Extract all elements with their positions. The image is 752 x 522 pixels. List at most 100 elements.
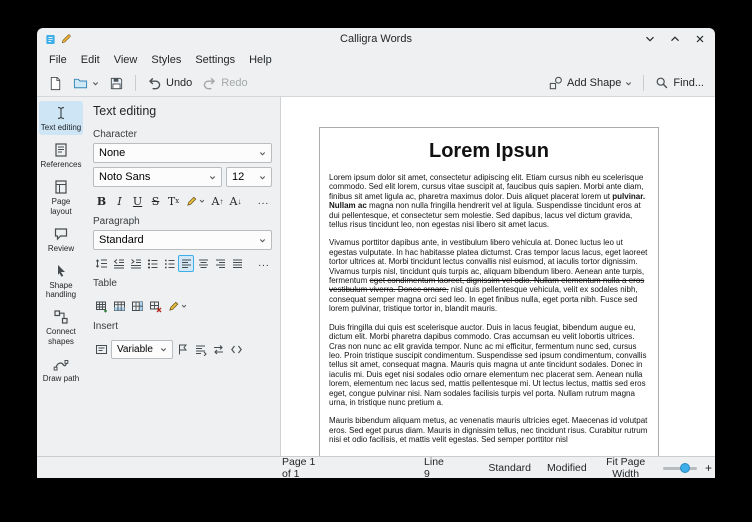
underline-button[interactable]: U — [129, 192, 146, 210]
menu-styles[interactable]: Styles — [144, 52, 188, 68]
tab-references[interactable]: References — [39, 138, 83, 172]
font-size-value: 12 — [232, 171, 255, 183]
minimize-button[interactable] — [643, 32, 657, 46]
app-icon — [45, 34, 56, 45]
add-shape-icon — [549, 76, 563, 90]
delete-table-button[interactable] — [147, 297, 164, 315]
pen-icon — [186, 195, 198, 207]
tab-text-editing[interactable]: Text editing — [39, 101, 83, 135]
index-entry-button[interactable] — [192, 341, 209, 359]
chevron-down-icon — [92, 80, 99, 87]
toolbar-separator — [643, 75, 644, 91]
document-body[interactable]: Lorem ipsum dolor sit amet, consectetur … — [329, 173, 649, 445]
table-border-pen-button[interactable] — [165, 297, 190, 315]
text-run: Mauris bibendum aliquam metus, ac venena… — [329, 416, 647, 444]
toolbar: Undo Redo Add Shape — [37, 70, 715, 97]
undo-button[interactable]: Undo — [142, 73, 197, 94]
find-button[interactable]: Find... — [650, 73, 709, 93]
character-style-combo[interactable]: None — [93, 143, 272, 163]
new-document-button[interactable] — [43, 73, 68, 94]
italic-button[interactable]: I — [111, 192, 128, 210]
tab-shape-handling[interactable]: Shape handling — [39, 259, 83, 302]
zoom-in-button[interactable]: + — [702, 461, 715, 475]
document-paragraph[interactable]: Vivamus porttitor dapibus ante, in vesti… — [329, 238, 649, 313]
grow-font-button[interactable]: A↑ — [209, 192, 226, 210]
open-document-button[interactable] — [68, 73, 104, 94]
draw-path-icon — [53, 356, 69, 372]
bookmark-button[interactable] — [174, 341, 191, 359]
search-icon — [655, 76, 669, 90]
document-paragraph[interactable]: Duis fringilla dui quis est scelerisque … — [329, 323, 649, 408]
swap-arrows-button[interactable] — [210, 341, 227, 359]
insert-row-button[interactable] — [111, 297, 128, 315]
chevron-down-icon — [160, 346, 167, 353]
bullet-list-button[interactable] — [144, 255, 160, 272]
variable-combo[interactable]: Variable — [111, 340, 173, 359]
strikethrough-button[interactable]: S — [147, 192, 164, 210]
increase-indent-button[interactable] — [127, 255, 143, 272]
align-center-button[interactable] — [195, 255, 211, 272]
bold-button[interactable]: B — [93, 192, 110, 210]
insert-button-row: Variable — [93, 340, 272, 359]
document-paragraph[interactable]: Lorem ipsum dolor sit amet, consectetur … — [329, 173, 649, 229]
redo-label: Redo — [221, 77, 247, 89]
titlebar: Calligra Words — [37, 28, 715, 50]
document-paragraph[interactable]: Mauris bibendum aliquam metus, ac venena… — [329, 416, 649, 444]
align-justify-button[interactable] — [229, 255, 245, 272]
insert-table-button[interactable] — [93, 297, 110, 315]
character-section-label: Character — [93, 129, 272, 140]
code-brackets-button[interactable] — [228, 341, 245, 359]
tab-draw-path[interactable]: Draw path — [39, 352, 83, 386]
character-more-button[interactable]: ... — [255, 192, 272, 210]
paragraph-style-combo[interactable]: Standard — [93, 230, 272, 250]
menu-settings[interactable]: Settings — [188, 52, 242, 68]
insert-column-button[interactable] — [129, 297, 146, 315]
redo-button[interactable]: Redo — [197, 73, 252, 94]
line-spacing-button[interactable] — [93, 255, 109, 272]
document-canvas[interactable]: Lorem Ipsun Lorem ipsum dolor sit amet, … — [281, 97, 715, 456]
table-button-row — [93, 297, 272, 315]
open-folder-icon — [73, 76, 88, 91]
maximize-button[interactable] — [668, 32, 682, 46]
save-button[interactable] — [104, 73, 129, 94]
zoom-slider[interactable] — [663, 461, 697, 475]
character-style-value: None — [99, 147, 255, 159]
table-section-label: Table — [93, 278, 272, 289]
statusbar: Page 1 of 1 Line 9 Standard Modified Fit… — [37, 456, 715, 478]
decrease-indent-button[interactable] — [110, 255, 126, 272]
font-size-combo[interactable]: 12 — [226, 167, 272, 187]
document-page[interactable]: Lorem Ipsun Lorem ipsum dolor sit amet, … — [319, 127, 659, 456]
tab-label: Text editing — [41, 123, 81, 132]
document-title[interactable]: Lorem Ipsun — [329, 140, 649, 163]
find-label: Find... — [673, 77, 704, 89]
tab-connect-shapes[interactable]: Connect shapes — [39, 305, 83, 348]
connect-shapes-icon — [53, 309, 69, 325]
insert-section-label: Insert — [93, 321, 272, 332]
superscript-button[interactable]: Tx — [165, 192, 182, 210]
menu-file[interactable]: File — [42, 52, 74, 68]
paragraph-more-button[interactable]: ... — [256, 255, 272, 272]
add-shape-button[interactable]: Add Shape — [544, 73, 637, 93]
tab-page-layout[interactable]: Page layout — [39, 175, 83, 218]
menu-view[interactable]: View — [107, 52, 145, 68]
align-right-button[interactable] — [212, 255, 228, 272]
close-button[interactable] — [693, 32, 707, 46]
insert-frame-button[interactable] — [93, 341, 110, 359]
numbered-list-button[interactable] — [161, 255, 177, 272]
text-run: Lorem ipsum dolor sit amet, consectetur … — [329, 173, 643, 201]
new-document-icon — [48, 76, 63, 91]
zoom-mode-button[interactable]: Fit Page Width — [599, 456, 653, 479]
text-run: magna non nulla fringilla hendrerit vel … — [329, 201, 641, 229]
shrink-font-button[interactable]: A↓ — [227, 192, 244, 210]
align-left-button[interactable] — [178, 255, 194, 272]
zoom-slider-handle[interactable] — [680, 463, 690, 473]
text-color-button[interactable] — [183, 192, 208, 210]
menu-help[interactable]: Help — [242, 52, 279, 68]
chevron-down-icon — [259, 174, 266, 181]
tool-options-panel: Text editing Character None Noto Sans 12… — [85, 97, 281, 456]
font-family-combo[interactable]: Noto Sans — [93, 167, 222, 187]
tab-review[interactable]: Review — [39, 222, 83, 256]
page-indicator: Page 1 of 1 — [282, 456, 324, 479]
menu-edit[interactable]: Edit — [74, 52, 107, 68]
tab-label: Review — [48, 244, 74, 253]
